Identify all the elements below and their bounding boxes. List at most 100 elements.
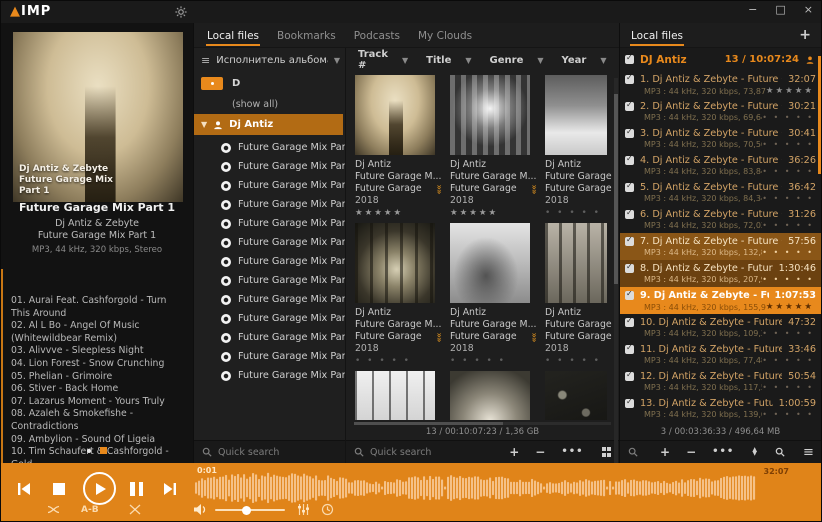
- album-card[interactable]: Dj AntizFuture GarageFuture Garage2018• …: [545, 75, 615, 219]
- rating-stars[interactable]: ★★★★★: [450, 207, 498, 219]
- tree-album-item[interactable]: Future Garage Mix Part 9: [194, 271, 345, 290]
- tab-local-files[interactable]: Local files: [206, 25, 260, 46]
- sort-column-genre[interactable]: Genre▼: [490, 55, 544, 66]
- album-card[interactable]: Dj AntizFuture Garage M...Future Garage»…: [450, 223, 538, 367]
- playlist-quick-search[interactable]: Quick search + − ••• ▲▼ ≡: [620, 440, 821, 463]
- tree-album-item[interactable]: Future Garage Mix Part 14: [194, 347, 345, 366]
- tree-artist-selected[interactable]: ▼ Dj Antiz: [194, 114, 343, 135]
- rating-dots[interactable]: • • • • •: [762, 275, 814, 284]
- rating-dots[interactable]: • • • • •: [762, 140, 814, 149]
- playlist-track-row[interactable]: 1. Dj Antiz & Zebyte - Future Garage ...…: [620, 71, 821, 98]
- rating-dots[interactable]: • • • • •: [355, 355, 411, 367]
- playlist-search-button[interactable]: [775, 447, 785, 457]
- tree-grouping-header[interactable]: ≡ Исполнитель альбома - ... ▼: [194, 48, 345, 72]
- pager-dot[interactable]: [87, 449, 91, 453]
- track-checkbox[interactable]: [625, 345, 634, 354]
- playlist-track-row[interactable]: 13. Dj Antiz & Zebyte - Future Garage ..…: [620, 395, 821, 422]
- expand-chevron-icon[interactable]: »»: [527, 332, 538, 341]
- view-mode-grid-button[interactable]: [602, 447, 612, 457]
- rating-dots[interactable]: • • • • •: [545, 207, 601, 219]
- playlist-track-row[interactable]: 10. Dj Antiz & Zebyte - Future Garage ..…: [620, 314, 821, 341]
- pager-active-square[interactable]: [100, 447, 107, 454]
- album-card[interactable]: Dj AntizFuture Garage M...Future Garage»…: [450, 75, 538, 219]
- tab-my-clouds[interactable]: My Clouds: [417, 25, 473, 46]
- album-card[interactable]: [450, 371, 538, 420]
- playlist-scrollbar[interactable]: [818, 56, 821, 174]
- albums-horizontal-scrollbar[interactable]: [354, 422, 611, 425]
- volume-speaker-icon[interactable]: [193, 503, 207, 516]
- rating-stars[interactable]: ★★★★★: [766, 302, 814, 312]
- playlist-track-row[interactable]: 6. Dj Antiz & Zebyte - Future Garage ...…: [620, 206, 821, 233]
- maximize-button[interactable]: □: [775, 3, 785, 16]
- playlist-sort-button[interactable]: ▲▼: [752, 448, 757, 457]
- tab-bookmarks[interactable]: Bookmarks: [276, 25, 337, 46]
- playlist-track-row[interactable]: 5. Dj Antiz & Zebyte - Future Garage ...…: [620, 179, 821, 206]
- track-checkbox[interactable]: [625, 264, 634, 273]
- albums-vertical-scrollbar[interactable]: [614, 78, 618, 468]
- playlist-menu-button[interactable]: ≡: [803, 445, 814, 460]
- close-button[interactable]: ×: [804, 3, 813, 16]
- more-options-button[interactable]: •••: [561, 447, 583, 457]
- rating-dots[interactable]: • • • • •: [762, 356, 814, 365]
- tree-album-item[interactable]: Future Garage Mix Part 2: [194, 157, 345, 176]
- playlist-tab[interactable]: Local files: [630, 25, 684, 46]
- playlist-track-row[interactable]: 12. Dj Antiz & Zebyte - Future Garage ..…: [620, 368, 821, 395]
- album-card[interactable]: [355, 371, 443, 420]
- rating-dots[interactable]: • • • • •: [762, 329, 814, 338]
- playlist-track-row[interactable]: 2. Dj Antiz & Zebyte - Future Garage ...…: [620, 98, 821, 125]
- volume-knob[interactable]: [242, 506, 251, 515]
- rating-stars[interactable]: ★★★★★: [355, 207, 403, 219]
- playlist-remove-button[interactable]: −: [686, 447, 696, 457]
- album-card[interactable]: Dj AntizFuture Garage M...Future Garage»…: [355, 75, 443, 219]
- group-checkbox[interactable]: [625, 55, 634, 64]
- expand-chevron-icon[interactable]: »»: [527, 184, 538, 193]
- previous-track-button[interactable]: [17, 482, 31, 496]
- album-card[interactable]: [545, 371, 615, 420]
- ab-repeat-button[interactable]: A-B: [81, 505, 99, 515]
- tree-album-item[interactable]: Future Garage Mix Part 8: [194, 252, 345, 271]
- sort-column-year[interactable]: Year▼: [562, 55, 607, 66]
- waveform-seekbar[interactable]: [193, 469, 759, 507]
- playlist-more-button[interactable]: •••: [712, 447, 734, 457]
- playlist-track-row[interactable]: 11. Dj Antiz & Zebyte - Future Garage ..…: [620, 341, 821, 368]
- letter-group-row[interactable]: D: [194, 72, 345, 94]
- track-checkbox[interactable]: [625, 372, 634, 381]
- expand-chevron-icon[interactable]: »»: [432, 184, 443, 193]
- rating-stars[interactable]: ★★★★★: [766, 86, 814, 96]
- track-checkbox[interactable]: [625, 291, 634, 300]
- next-track-button[interactable]: [163, 482, 177, 496]
- stop-button[interactable]: [53, 483, 65, 495]
- rating-dots[interactable]: • • • • •: [545, 355, 601, 367]
- track-checkbox[interactable]: [625, 156, 634, 165]
- track-checkbox[interactable]: [625, 318, 634, 327]
- rating-dots[interactable]: • • • • •: [762, 194, 814, 203]
- tree-album-item[interactable]: Future Garage Mix Part 6: [194, 214, 345, 233]
- chevron-down-icon[interactable]: ▼: [334, 56, 340, 65]
- track-checkbox[interactable]: [625, 75, 634, 84]
- rating-dots[interactable]: • • • • •: [762, 221, 814, 230]
- rating-dots[interactable]: • • • • •: [762, 248, 814, 257]
- tree-album-item[interactable]: Future Garage Mix Part 1: [194, 138, 345, 157]
- rating-dots[interactable]: • • • • •: [762, 383, 814, 392]
- playlist-add-button[interactable]: +: [660, 447, 670, 457]
- track-checkbox[interactable]: [625, 237, 634, 246]
- rating-dots[interactable]: • • • • •: [762, 410, 814, 419]
- tree-album-item[interactable]: Future Garage Mix Part 15: [194, 366, 345, 385]
- tree-quick-search[interactable]: Quick search: [194, 440, 345, 463]
- track-checkbox[interactable]: [625, 183, 634, 192]
- tree-album-item[interactable]: Future Garage Mix Part 7: [194, 233, 345, 252]
- chevron-expanded-icon[interactable]: ▼: [201, 120, 207, 129]
- minimize-button[interactable]: −: [748, 3, 757, 16]
- track-checkbox[interactable]: [625, 399, 634, 408]
- sort-column-track[interactable]: Track #▼: [358, 49, 408, 71]
- equalizer-icon[interactable]: [297, 503, 310, 516]
- albums-quick-search[interactable]: Quick search + − •••: [346, 440, 619, 463]
- tree-album-item[interactable]: Future Garage Mix Part 3: [194, 176, 345, 195]
- playlist-group-header[interactable]: DJ Antiz 13 / 10:07:24: [620, 48, 821, 71]
- playlist-track-row[interactable]: 7. Dj Antiz & Zebyte - Future Garage ...…: [620, 233, 821, 260]
- remove-button[interactable]: −: [535, 447, 545, 457]
- new-playlist-button[interactable]: +: [799, 27, 811, 43]
- play-button[interactable]: [83, 472, 116, 505]
- playlist-track-row[interactable]: 3. Dj Antiz & Zebyte - Future Garage ...…: [620, 125, 821, 152]
- show-all-item[interactable]: (show all): [194, 94, 345, 114]
